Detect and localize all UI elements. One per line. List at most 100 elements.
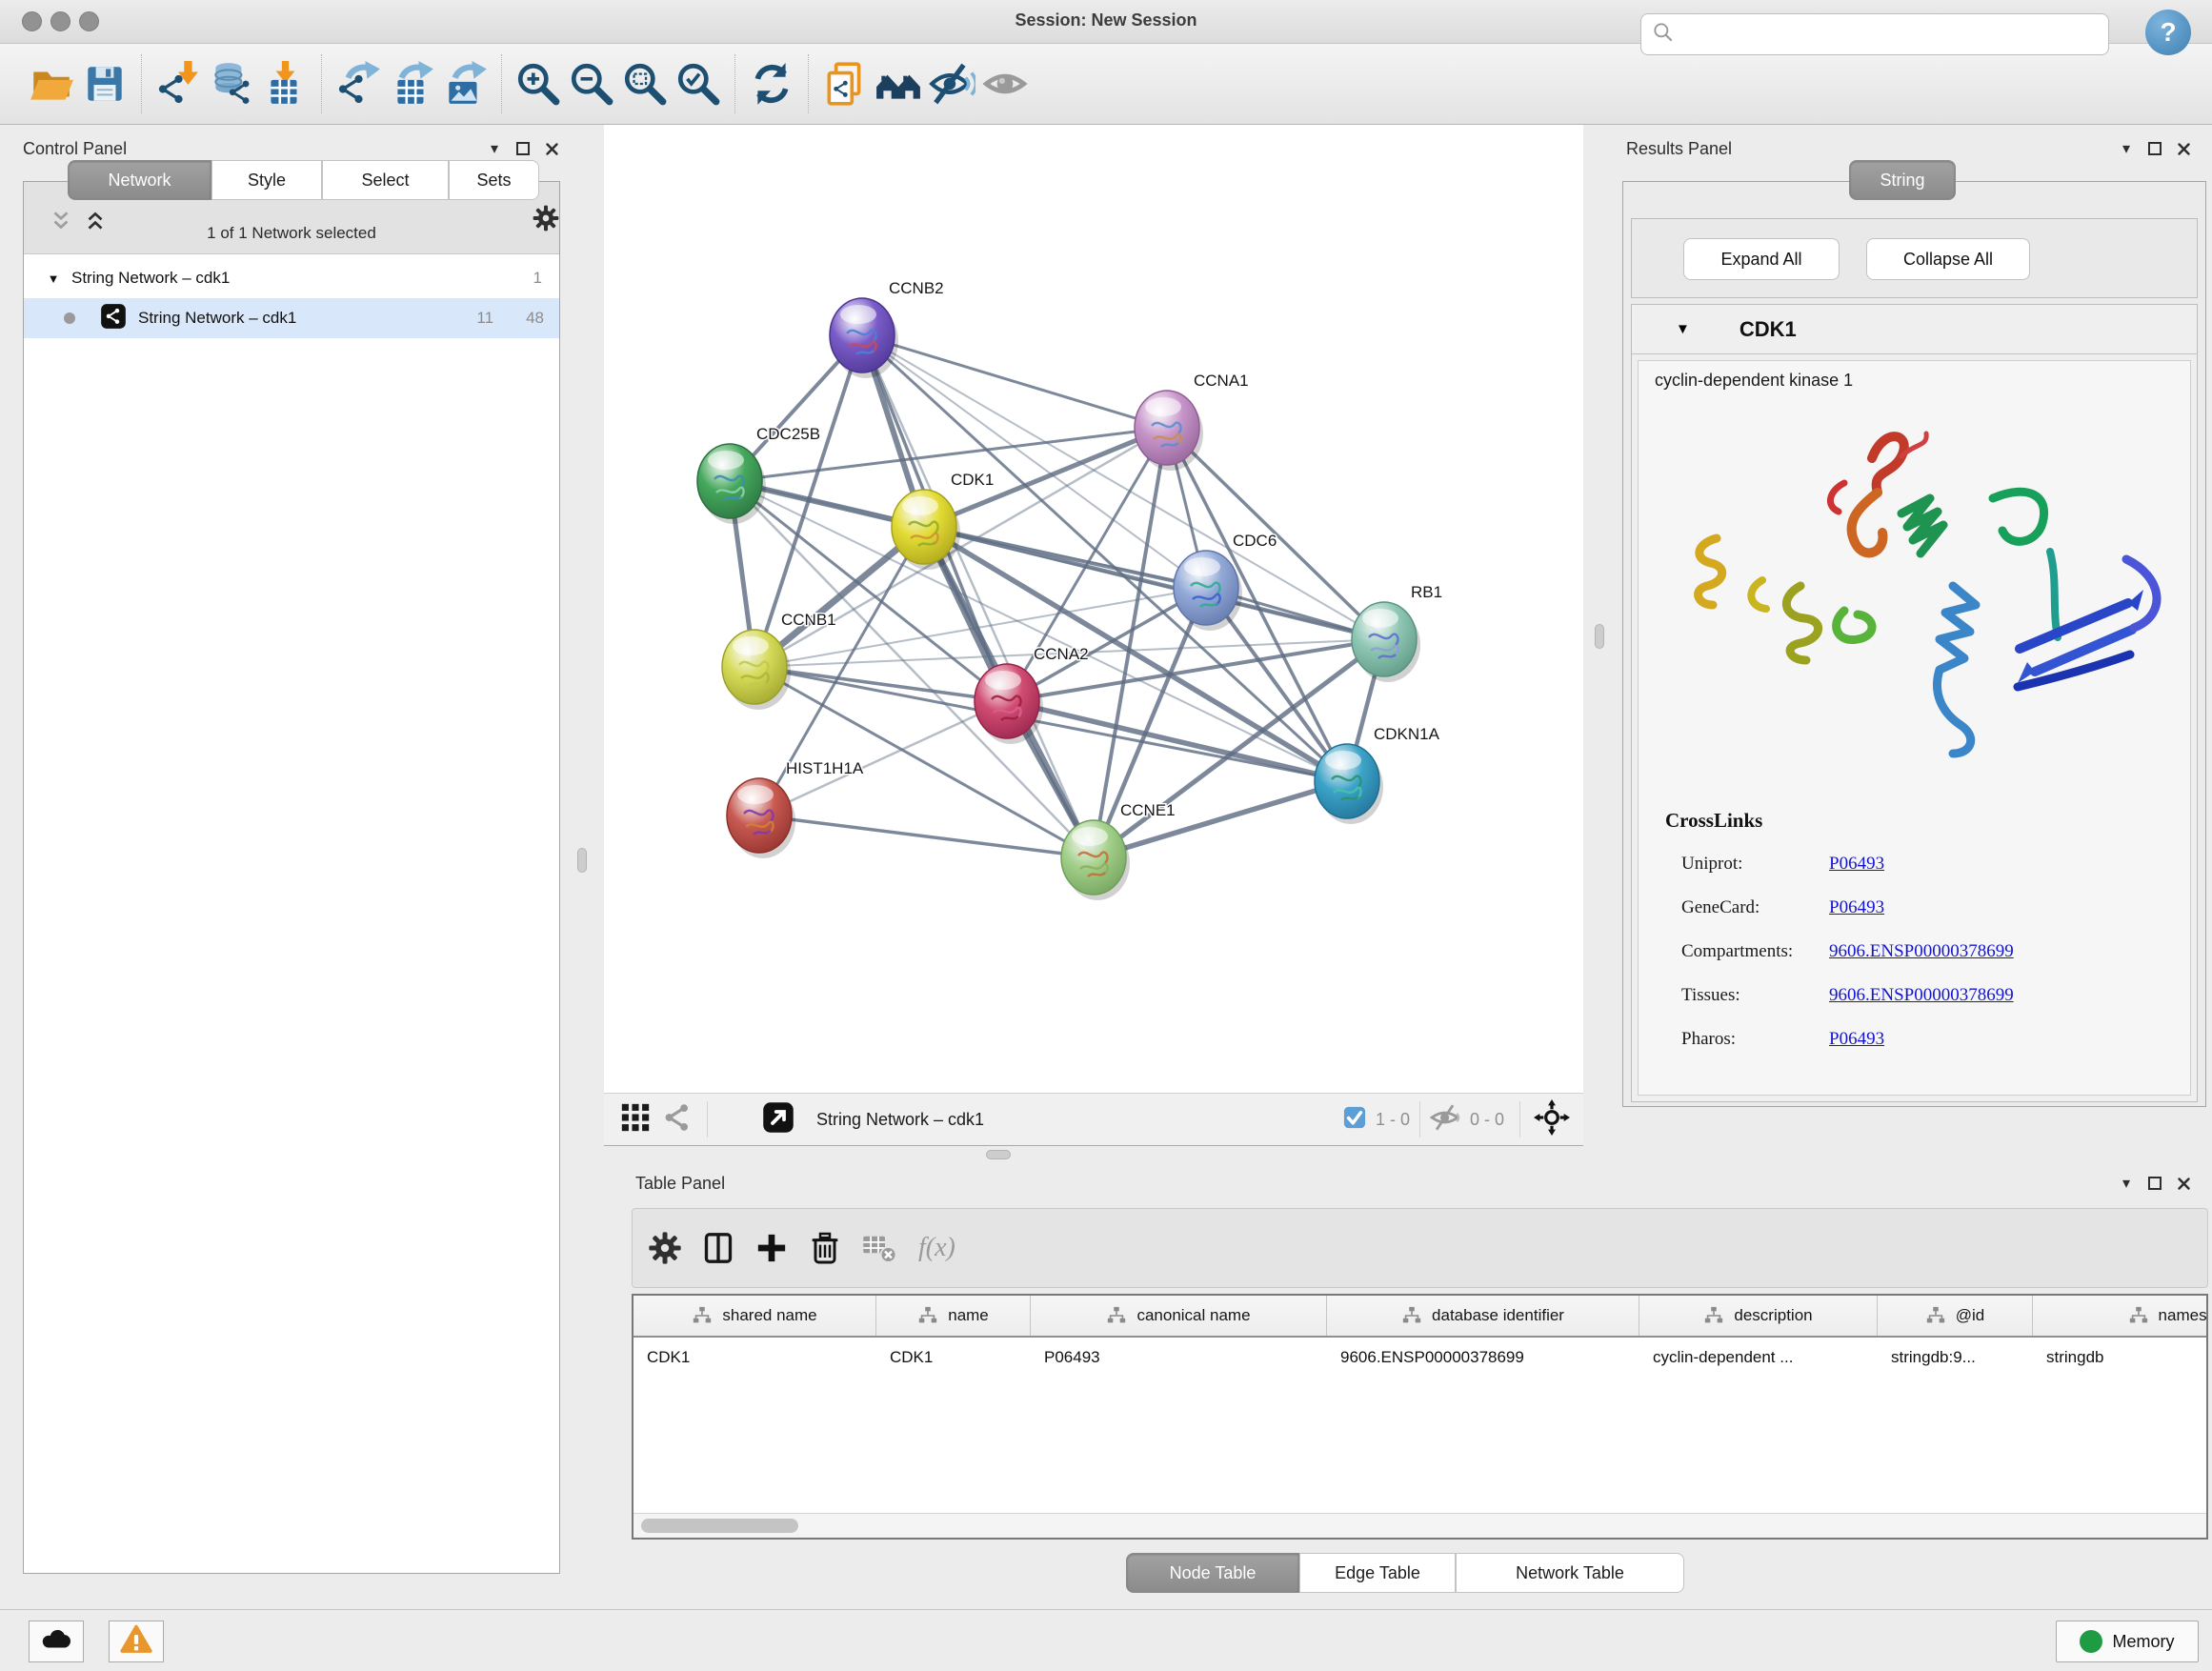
table-cell[interactable]: cyclin-dependent ...: [1639, 1348, 1878, 1367]
string-home-button[interactable]: [872, 55, 925, 112]
network-collection-row[interactable]: ▼ String Network – cdk1 1: [24, 258, 559, 298]
zoom-selected-button[interactable]: [672, 55, 725, 112]
tab-sets[interactable]: Sets: [449, 160, 539, 200]
import-network-button[interactable]: [151, 55, 205, 112]
node-CCNA1[interactable]: CCNA1: [1135, 372, 1249, 471]
selected-nodes-checkbox[interactable]: [1341, 1104, 1368, 1136]
hide-selected-button[interactable]: [925, 55, 978, 112]
grid-view-icon[interactable]: [619, 1101, 652, 1138]
crosslink-link[interactable]: P06493: [1829, 854, 1884, 875]
table-panel-collapse-icon[interactable]: ▾: [2112, 1169, 2141, 1198]
table-cell[interactable]: stringdb:9...: [1878, 1348, 2033, 1367]
edge-HIST1H1A-CCNA2[interactable]: [759, 701, 1007, 815]
collapse-all-button[interactable]: Collapse All: [1866, 238, 2030, 280]
delete-column-icon[interactable]: [798, 1219, 852, 1277]
export-network-button[interactable]: [332, 55, 385, 112]
search-field[interactable]: [1640, 13, 2109, 55]
table-h-scrollbar[interactable]: [633, 1513, 2206, 1538]
right-splitter-handle[interactable]: [1595, 624, 1604, 649]
table-cell[interactable]: P06493: [1031, 1348, 1327, 1367]
edge-CCNB2-CCNE1[interactable]: [862, 335, 1094, 857]
node-CCNB1[interactable]: CCNB1: [722, 611, 836, 710]
edge-CCNB2-CCNA1[interactable]: [862, 335, 1167, 428]
column-header-at-id[interactable]: @id: [1878, 1296, 2033, 1336]
show-all-button[interactable]: [978, 55, 1032, 112]
control-panel-collapse-icon[interactable]: ▾: [480, 134, 509, 163]
search-input[interactable]: [1683, 16, 2108, 52]
memory-button[interactable]: Memory: [2056, 1621, 2199, 1662]
node-CDK1[interactable]: CDK1: [892, 471, 994, 570]
crosslink-link[interactable]: P06493: [1829, 1029, 1884, 1050]
collection-expand-triangle[interactable]: ▼: [39, 272, 68, 286]
column-header-canonical-name[interactable]: canonical name: [1031, 1296, 1327, 1336]
export-image-button[interactable]: [438, 55, 492, 112]
zoom-fit-button[interactable]: [618, 55, 672, 112]
help-button[interactable]: ?: [2145, 10, 2191, 55]
network-selection-status: 1 of 1 Network selected: [24, 224, 559, 243]
left-splitter-handle[interactable]: [577, 848, 587, 873]
node-RB1[interactable]: RB1: [1352, 583, 1442, 682]
table-cell[interactable]: 9606.ENSP00000378699: [1327, 1348, 1639, 1367]
expand-all-button[interactable]: Expand All: [1683, 238, 1840, 280]
tab-edge-table[interactable]: Edge Table: [1299, 1553, 1456, 1593]
tab-string[interactable]: String: [1849, 160, 1956, 200]
gene-entry-header[interactable]: ▼ CDK1: [1632, 305, 2197, 354]
column-header-namespace[interactable]: namespace: [2033, 1296, 2208, 1336]
node-CCNB2[interactable]: CCNB2: [830, 279, 944, 378]
table-cell[interactable]: CDK1: [876, 1348, 1031, 1367]
refresh-layout-button[interactable]: [745, 55, 798, 112]
open-session-button[interactable]: [25, 55, 78, 112]
edge-CDK1-RB1[interactable]: [924, 527, 1384, 639]
crosslink-link[interactable]: 9606.ENSP00000378699: [1829, 941, 2014, 962]
tab-network-table[interactable]: Network Table: [1456, 1553, 1684, 1593]
crosslink-link[interactable]: 9606.ENSP00000378699: [1829, 985, 2014, 1006]
column-header-description[interactable]: description: [1639, 1296, 1878, 1336]
birdseye-view-toggle[interactable]: [761, 1100, 795, 1139]
column-header-name[interactable]: name: [876, 1296, 1031, 1336]
column-header-database-identifier[interactable]: database identifier: [1327, 1296, 1639, 1336]
table-settings-gear-icon[interactable]: [638, 1219, 692, 1277]
tab-node-table[interactable]: Node Table: [1126, 1553, 1299, 1593]
add-column-icon[interactable]: [745, 1219, 798, 1277]
import-table-button[interactable]: [258, 55, 312, 112]
tab-select[interactable]: Select: [322, 160, 449, 200]
control-panel-close-icon[interactable]: [537, 134, 566, 163]
table-panel-float-icon[interactable]: [2141, 1169, 2169, 1198]
results-panel-collapse-icon[interactable]: ▾: [2112, 134, 2141, 163]
fit-selected-crosshair-icon[interactable]: [1534, 1099, 1570, 1140]
tab-style[interactable]: Style: [211, 160, 322, 200]
table-panel-close-icon[interactable]: [2169, 1169, 2198, 1198]
zoom-in-button[interactable]: [512, 55, 565, 112]
show-columns-icon[interactable]: [692, 1219, 745, 1277]
save-session-button[interactable]: [78, 55, 131, 112]
table-cell[interactable]: stringdb: [2033, 1348, 2208, 1367]
node-CCNE1[interactable]: CCNE1: [1061, 801, 1176, 900]
network-row-selected[interactable]: String Network – cdk1 11 48: [24, 298, 559, 338]
table-cell[interactable]: CDK1: [633, 1348, 876, 1367]
column-header-shared-name[interactable]: shared name: [633, 1296, 876, 1336]
node-CDC25B[interactable]: CDC25B: [697, 425, 820, 524]
node-CDKN1A[interactable]: CDKN1A: [1315, 725, 1440, 824]
bottom-splitter-handle[interactable]: [986, 1150, 1011, 1159]
network-share-icon[interactable]: [661, 1101, 694, 1138]
import-network-from-database-button[interactable]: [205, 55, 258, 112]
network-options-gear-icon[interactable]: [531, 203, 561, 238]
edge-CCNB2-RB1[interactable]: [862, 335, 1384, 639]
tab-network[interactable]: Network: [68, 160, 211, 200]
edge-CDKN1A-CCNE1[interactable]: [1094, 781, 1347, 857]
network-canvas[interactable]: CCNB2CCNA1CDC25BCDK1CDC6RB1CCNB1CCNA2CDK…: [604, 125, 1583, 1093]
scrollbar-thumb[interactable]: [641, 1519, 798, 1533]
results-panel-float-icon[interactable]: [2141, 134, 2169, 163]
control-panel-float-icon[interactable]: [509, 134, 537, 163]
zoom-out-button[interactable]: [565, 55, 618, 112]
warnings-button[interactable]: [109, 1621, 164, 1662]
results-panel-close-icon[interactable]: [2169, 134, 2198, 163]
export-table-button[interactable]: [385, 55, 438, 112]
gene-collapse-triangle[interactable]: ▼: [1676, 321, 1690, 337]
edge-HIST1H1A-CCNE1[interactable]: [759, 815, 1094, 857]
clone-network-button[interactable]: [818, 55, 872, 112]
table-row[interactable]: CDK1CDK1P064939606.ENSP00000378699cyclin…: [633, 1338, 2206, 1378]
node-HIST1H1A[interactable]: HIST1H1A: [727, 759, 864, 858]
cloud-status-button[interactable]: [29, 1621, 84, 1662]
crosslink-link[interactable]: P06493: [1829, 897, 1884, 918]
